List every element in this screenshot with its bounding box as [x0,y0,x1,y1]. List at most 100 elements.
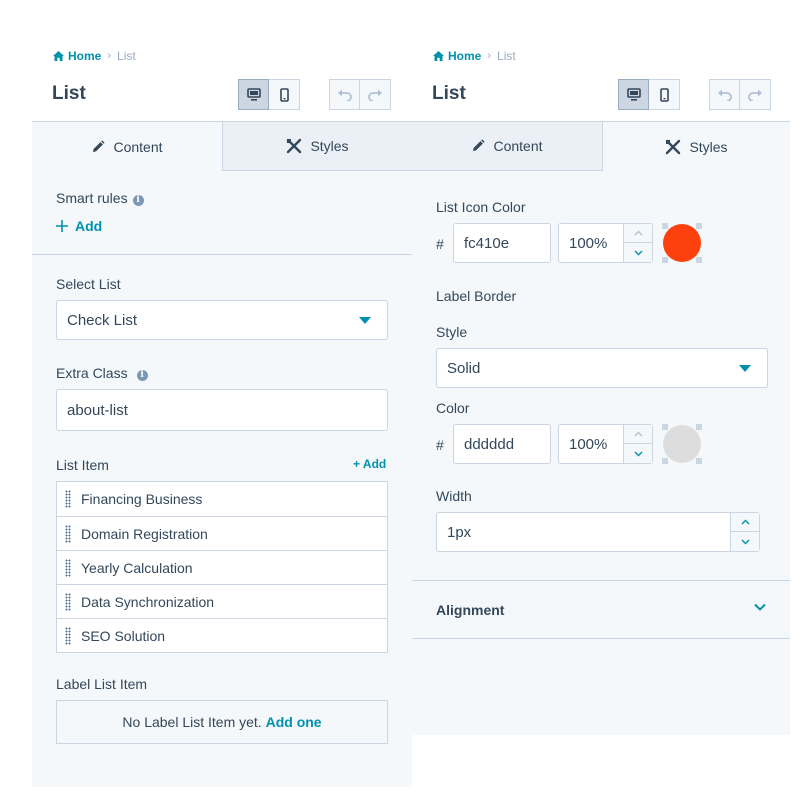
section-divider [32,254,412,255]
stepper-arrows [623,224,652,262]
desktop-icon [246,88,261,101]
history-controls [329,79,391,110]
swatch-corner [662,223,668,229]
tab-styles-label: Styles [310,138,349,154]
border-style-value: Solid [447,359,481,377]
desktop-view-button[interactable] [238,79,269,110]
panel-header: Home › List List [32,33,412,121]
chevron-down-icon [754,603,766,611]
redo-button[interactable] [740,79,771,110]
extra-class-text: Extra Class [56,365,128,381]
smart-rules-label: Smart rules i [56,190,144,206]
tab-styles-label: Styles [689,138,728,155]
decrement-button[interactable] [624,243,652,262]
redo-icon [368,89,382,101]
drag-handle-icon[interactable] [65,592,71,611]
increment-button[interactable] [731,513,759,532]
border-style-dropdown[interactable]: Solid [436,348,768,388]
info-icon[interactable]: i [132,195,144,206]
border-color-swatch[interactable] [662,424,702,464]
breadcrumb: Home › List [433,49,516,63]
extra-class-input[interactable]: about-list [56,389,388,431]
breadcrumb-home-label: Home [448,49,482,63]
alignment-accordion[interactable]: Alignment [412,580,790,639]
chevron-up-icon [741,519,749,525]
list-icon-color-hex-input[interactable]: fc410e [453,223,551,263]
left-editor-panel: Home › List List Content Styles Smart ru… [32,33,412,787]
info-icon[interactable]: i [136,370,148,381]
tab-content-label: Content [493,138,543,154]
chevron-right-icon: › [107,50,112,62]
list-item[interactable]: Domain Registration [57,516,387,550]
chevron-up-icon [634,230,642,236]
tab-content[interactable]: Content [32,122,222,171]
mobile-icon [279,87,289,102]
editor-tabs: Content Styles [412,121,790,171]
undo-button[interactable] [329,79,360,110]
redo-button[interactable] [360,79,391,110]
color-swatch-fill [663,224,701,262]
extra-class-value: about-list [67,401,128,419]
add-one-link[interactable]: Add one [266,714,322,730]
pencil-icon [93,139,106,152]
undo-icon [717,89,732,101]
smart-rules-add-link[interactable]: Add [56,218,102,234]
mobile-icon [659,87,669,102]
alignment-label: Alignment [436,602,505,618]
list-icon-color-opacity-stepper[interactable]: 100% [558,223,653,263]
increment-button[interactable] [624,224,652,243]
home-icon [53,51,64,61]
pencil-icon [473,139,486,151]
list-item[interactable]: Data Synchronization [57,584,387,618]
increment-button[interactable] [624,425,652,444]
chevron-down-icon [741,539,749,544]
list-icon-color-hex-value: fc410e [464,234,510,252]
tab-content-label: Content [113,138,163,155]
empty-state-text: No Label List Item yet. [122,714,262,730]
drag-handle-icon[interactable] [65,558,71,577]
breadcrumb-home[interactable]: Home [53,49,101,63]
opacity-value: 100% [569,435,608,453]
list-item-label: Data Synchronization [81,593,215,610]
list-item[interactable]: Financing Business [57,482,387,516]
list-item-label: List Item [56,457,109,473]
list-item[interactable]: SEO Solution [57,618,387,652]
page-title: List [432,83,466,104]
undo-button[interactable] [709,79,740,110]
swatch-corner [696,257,702,263]
border-color-opacity-stepper[interactable]: 100% [558,424,653,464]
drag-handle-icon[interactable] [65,626,71,645]
breadcrumb-current: List [497,49,516,63]
tab-content[interactable]: Content [412,122,603,171]
chevron-down-icon [634,250,642,255]
mobile-view-button[interactable] [269,79,300,110]
breadcrumb-home-label: Home [68,49,102,63]
border-style-label: Style [436,324,468,340]
list-items: Financing Business Domain Registration Y… [56,481,388,653]
tab-styles[interactable]: Styles [603,122,790,171]
list-item-label: Domain Registration [81,525,208,542]
decrement-button[interactable] [624,444,652,463]
editor-tabs: Content Styles [32,121,412,171]
device-toggle [238,79,300,110]
breadcrumb-home[interactable]: Home [433,49,481,63]
list-item-add-link[interactable]: + Add [353,457,386,471]
border-width-stepper[interactable]: 1px [436,512,760,552]
select-list-dropdown[interactable]: Check List [56,300,388,340]
list-item-label: SEO Solution [81,627,166,644]
drag-handle-icon[interactable] [65,490,71,508]
list-item[interactable]: Yearly Calculation [57,550,387,584]
list-icon-color-swatch[interactable] [662,223,702,263]
tab-styles[interactable]: Styles [222,122,412,171]
swatch-corner [696,458,702,464]
home-icon [433,51,444,61]
desktop-view-button[interactable] [618,79,649,110]
mobile-view-button[interactable] [649,79,680,110]
drag-handle-icon[interactable] [65,524,71,543]
border-color-hex-input[interactable]: dddddd [453,424,551,464]
page-title: List [52,83,86,104]
redo-icon [748,89,762,101]
border-color-label: Color [436,400,470,416]
decrement-button[interactable] [731,532,759,551]
stepper-arrows [623,425,652,463]
